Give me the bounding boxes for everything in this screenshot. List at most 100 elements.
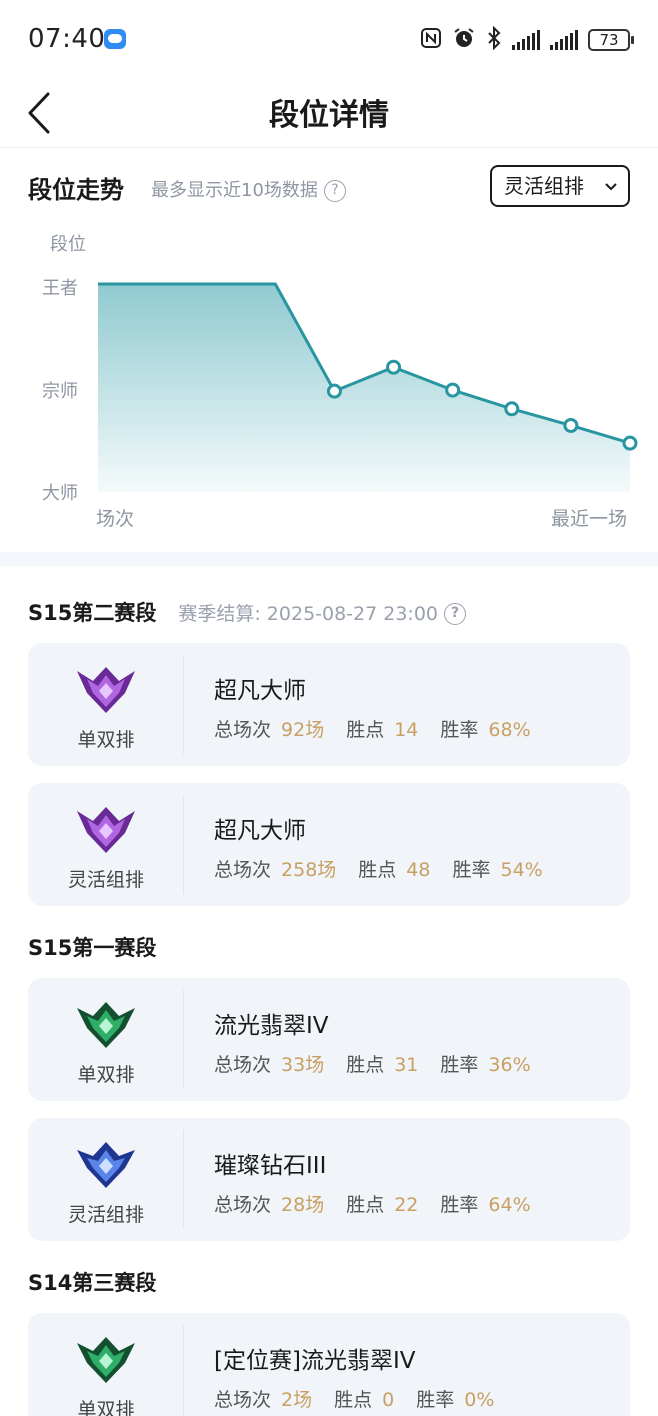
chart-plot <box>98 282 638 492</box>
battery-icon: 73 <box>588 29 634 51</box>
chevron-down-icon <box>604 167 618 219</box>
chart-area-fill <box>98 284 630 492</box>
lp-value: 31 <box>394 1054 419 1076</box>
lp-label: 胜点 <box>346 719 385 741</box>
lp-value: 14 <box>394 719 419 741</box>
rank-card[interactable]: 单双排 [定位赛]流光翡翠IV 总场次 2场 胜点 0 胜率 0% <box>28 1313 630 1416</box>
trend-title: 段位走势 <box>28 176 124 204</box>
bluetooth-icon <box>486 25 502 55</box>
queue-dropdown-value: 灵活组排 <box>504 174 584 198</box>
lp-label: 胜点 <box>346 1194 385 1216</box>
season-title: S14第三赛段 <box>28 1271 157 1295</box>
lp-value: 48 <box>406 859 431 881</box>
queue-label: 单双排 <box>77 1399 135 1416</box>
rank-card[interactable]: 单双排 流光翡翠IV 总场次 33场 胜点 31 胜率 36% <box>28 978 630 1101</box>
card-divider <box>183 795 184 894</box>
games-label: 总场次 <box>214 1389 272 1411</box>
winrate-label: 胜率 <box>440 1194 479 1216</box>
queue-info: 单双排 <box>28 978 184 1101</box>
status-bar: 07:40 73 <box>0 0 658 80</box>
games-value: 2场 <box>281 1389 313 1411</box>
chart-data-point[interactable] <box>326 383 342 399</box>
rank-name: [定位赛]流光翡翠IV <box>214 1348 416 1374</box>
winrate-value: 54% <box>500 859 543 881</box>
section-divider <box>0 552 658 566</box>
chart-data-point[interactable] <box>504 401 520 417</box>
help-icon[interactable]: ? <box>323 180 346 202</box>
signal-2-icon <box>550 30 578 50</box>
rank-card[interactable]: 灵活组排 超凡大师 总场次 258场 胜点 48 胜率 54% <box>28 783 630 906</box>
x-end-label: 最近一场 <box>551 508 628 530</box>
chart-data-point[interactable] <box>622 435 638 451</box>
winrate-value: 64% <box>488 1194 531 1216</box>
season-title: S15第一赛段 <box>28 936 157 960</box>
nav-bar: 段位详情 <box>0 80 658 148</box>
nfc-icon <box>420 27 442 54</box>
card-divider <box>183 990 184 1089</box>
games-value: 258场 <box>281 859 337 881</box>
queue-dropdown[interactable]: 灵活组排 <box>490 165 630 207</box>
queue-label: 单双排 <box>77 1064 135 1086</box>
winrate-label: 胜率 <box>440 719 479 741</box>
games-value: 33场 <box>281 1054 325 1076</box>
rank-card[interactable]: 灵活组排 璀璨钻石III 总场次 28场 胜点 22 胜率 64% <box>28 1118 630 1241</box>
chart-data-point[interactable] <box>563 417 579 433</box>
chart-data-point[interactable] <box>386 359 402 375</box>
queue-label: 单双排 <box>77 729 135 751</box>
alarm-icon <box>452 26 476 55</box>
lp-value: 22 <box>394 1194 419 1216</box>
queue-info: 灵活组排 <box>28 1118 184 1241</box>
rank-stats: 总场次 92场 胜点 14 胜率 68% <box>214 715 553 742</box>
lp-label: 胜点 <box>346 1054 385 1076</box>
x-start-label: 场次 <box>96 508 135 530</box>
queue-info: 灵活组排 <box>28 783 184 906</box>
winrate-label: 胜率 <box>452 859 491 881</box>
season-settlement-note: 赛季结算: 2025-08-27 23:00 <box>178 603 439 625</box>
queue-label: 灵活组排 <box>67 869 144 891</box>
page-title: 段位详情 <box>269 98 389 133</box>
lp-value: 0 <box>382 1389 395 1411</box>
rank-name: 璀璨钻石III <box>214 1153 327 1179</box>
queue-label: 灵活组排 <box>67 1204 144 1226</box>
season-title-text: S15第二赛段 <box>28 601 157 625</box>
rank-name: 流光翡翠IV <box>214 1013 329 1039</box>
diamond-emblem-icon <box>77 1142 135 1188</box>
master-emblem-icon <box>77 807 135 853</box>
card-divider <box>183 1130 184 1229</box>
status-time: 07:40 <box>28 24 106 54</box>
card-divider <box>183 1325 184 1416</box>
season-title: S15第二赛段 赛季结算: 2025-08-27 23:00? <box>28 597 467 627</box>
lp-label: 胜点 <box>358 859 397 881</box>
emerald-emblem-icon <box>77 1337 135 1383</box>
rank-stats: 总场次 33场 胜点 31 胜率 36% <box>214 1050 553 1077</box>
winrate-label: 胜率 <box>440 1054 479 1076</box>
status-icons: 73 <box>420 25 634 55</box>
chart-data-point[interactable] <box>445 382 461 398</box>
winrate-label: 胜率 <box>416 1389 455 1411</box>
games-value: 28场 <box>281 1194 325 1216</box>
rank-card[interactable]: 单双排 超凡大师 总场次 92场 胜点 14 胜率 68% <box>28 643 630 766</box>
trend-subtitle: 最多显示近10场数据? <box>151 176 346 202</box>
rank-trend-header: 段位走势 最多显示近10场数据? 灵活组排 <box>28 165 630 212</box>
games-label: 总场次 <box>214 719 272 741</box>
rank-stats: 总场次 258场 胜点 48 胜率 54% <box>214 855 565 882</box>
queue-info: 单双排 <box>28 1313 184 1416</box>
signal-1-icon <box>512 30 540 50</box>
master-emblem-icon <box>77 667 135 713</box>
games-label: 总场次 <box>214 1054 272 1076</box>
trend-subtitle-text: 最多显示近10场数据 <box>151 180 318 201</box>
winrate-value: 36% <box>488 1054 531 1076</box>
games-label: 总场次 <box>214 859 272 881</box>
emerald-emblem-icon <box>77 1002 135 1048</box>
winrate-value: 68% <box>488 719 531 741</box>
lp-label: 胜点 <box>334 1389 373 1411</box>
winrate-value: 0% <box>464 1389 495 1411</box>
message-notification-icon <box>104 29 126 49</box>
card-divider <box>183 655 184 754</box>
rank-stats: 总场次 28场 胜点 22 胜率 64% <box>214 1190 553 1217</box>
games-label: 总场次 <box>214 1194 272 1216</box>
help-icon[interactable]: ? <box>444 603 467 625</box>
queue-info: 单双排 <box>28 643 184 766</box>
rank-trend-chart: 段位 王者 宗师 大师 场次 最近一场 <box>0 220 658 540</box>
rank-name: 超凡大师 <box>214 818 306 844</box>
